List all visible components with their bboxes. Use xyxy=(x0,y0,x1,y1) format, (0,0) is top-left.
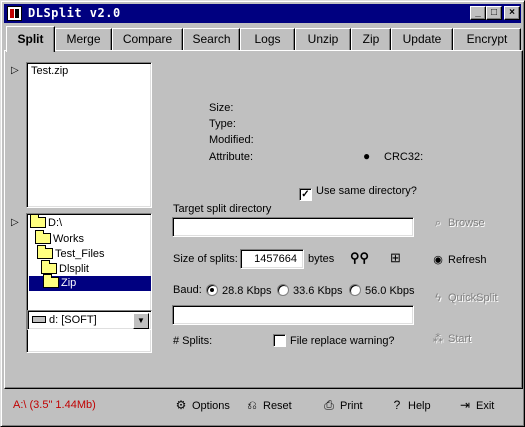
quicksplit-label: QuickSplit xyxy=(448,292,498,304)
drive-icon xyxy=(32,316,46,323)
tab-update[interactable]: Update xyxy=(391,28,453,50)
lightning-icon: ϟ xyxy=(435,292,441,304)
app-icon[interactable] xyxy=(7,6,22,21)
window-title: DLSplit v2.0 xyxy=(28,6,121,20)
tree-item-zip[interactable]: Zip xyxy=(29,274,151,291)
reset-label: Reset xyxy=(263,400,292,412)
type-label: Type: xyxy=(209,118,236,130)
refresh-label: Refresh xyxy=(448,254,487,266)
checkmark-icon: ✓ xyxy=(299,188,312,201)
options-button[interactable]: ⚙ Options xyxy=(173,398,230,412)
splits-label: # Splits: xyxy=(173,335,213,347)
tab-logs[interactable]: Logs xyxy=(240,28,295,50)
chevron-down-icon[interactable]: ▼ xyxy=(133,313,149,329)
tab-merge[interactable]: Merge xyxy=(55,28,112,50)
maximize-button[interactable]: □ xyxy=(486,6,502,20)
reset-icon: ⎌ xyxy=(247,398,257,412)
main-window: DLSplit v2.0 _ □ × Split Merge Compare S… xyxy=(0,0,525,427)
folder-open-icon xyxy=(43,274,59,288)
browse-icon: ⌕ xyxy=(434,217,442,229)
reset-button[interactable]: ⎌ Reset xyxy=(244,398,292,413)
folder-open-icon xyxy=(37,245,53,259)
size-label: Size: xyxy=(209,102,234,114)
help-button[interactable]: ? Help xyxy=(389,398,431,412)
title-bar[interactable]: DLSplit v2.0 _ □ × xyxy=(4,4,521,23)
same-directory-checkbox[interactable]: ✓ Use same directory? xyxy=(299,185,417,201)
options-label: Options xyxy=(192,400,230,412)
quicksplit-button[interactable]: ϟ QuickSplit xyxy=(430,292,498,304)
tab-unzip[interactable]: Unzip xyxy=(295,28,351,50)
baud-option-56[interactable]: 56.0 Kbps xyxy=(349,284,415,297)
baud-option-label: 28.8 Kbps xyxy=(222,285,272,297)
split-size-unit: bytes xyxy=(308,253,335,265)
folder-open-icon xyxy=(35,230,51,244)
options-icon: ⚙ xyxy=(175,398,187,412)
print-label: Print xyxy=(340,400,363,412)
same-directory-label: Use same directory? xyxy=(316,185,417,197)
tab-bar: Split Merge Compare Search Logs Unzip Zi… xyxy=(4,26,523,52)
radio-icon xyxy=(349,284,361,296)
tab-encrypt[interactable]: Encrypt xyxy=(453,28,521,50)
directory-tree[interactable]: D:\ Works Test_Files Dlsplit Zip xyxy=(26,213,152,353)
binoculars-icon[interactable]: ⚲⚲ xyxy=(350,250,369,266)
drive-value: d: [SOFT] xyxy=(32,314,97,326)
radio-icon xyxy=(277,284,289,296)
replace-warning-checkbox[interactable]: File replace warning? xyxy=(273,334,395,347)
baud-option-label: 33.6 Kbps xyxy=(293,285,343,297)
help-icon: ? xyxy=(393,398,401,412)
tab-zip[interactable]: Zip xyxy=(351,28,391,50)
start-label: Start xyxy=(448,333,472,345)
tree-label: Works xyxy=(53,233,84,245)
refresh-button[interactable]: ◉ Refresh xyxy=(430,253,487,266)
tab-compare[interactable]: Compare xyxy=(112,28,183,50)
help-label: Help xyxy=(408,400,431,412)
file-list[interactable]: Test.zip xyxy=(26,62,152,208)
baud-option-28[interactable]: 28.8 Kbps xyxy=(206,284,272,297)
list-item[interactable]: Test.zip xyxy=(31,65,68,77)
tree-label: Test_Files xyxy=(55,248,105,260)
split-size-label: Size of splits: xyxy=(173,253,238,265)
grid-icon[interactable]: ⊞ xyxy=(390,250,401,266)
tree-item-d[interactable]: D:\ xyxy=(30,214,63,231)
tab-split[interactable]: Split xyxy=(6,26,55,52)
file-list-arrow-icon: ▷ xyxy=(11,65,19,76)
modified-label: Modified: xyxy=(209,134,254,146)
exit-label: Exit xyxy=(476,400,495,412)
exit-button[interactable]: ⇥ Exit xyxy=(457,398,494,412)
baud-label: Baud: xyxy=(173,284,202,296)
printer-icon: ⎙ xyxy=(324,398,334,412)
target-dir-label: Target split directory xyxy=(173,203,272,215)
folder-icon xyxy=(41,260,57,274)
exit-icon: ⇥ xyxy=(459,398,471,412)
browse-label: Browse xyxy=(448,217,485,229)
attribute-label: Attribute: xyxy=(209,151,254,163)
baud-option-33[interactable]: 33.6 Kbps xyxy=(277,284,343,297)
drive-label: d: [SOFT] xyxy=(49,314,97,326)
radio-icon xyxy=(206,284,218,296)
replace-warning-label: File replace warning? xyxy=(290,335,395,347)
target-dir-input[interactable] xyxy=(172,217,414,237)
minimize-button[interactable]: _ xyxy=(470,6,486,20)
split-size-input[interactable]: 1457664 xyxy=(240,249,304,269)
crc-label: CRC32: xyxy=(384,151,424,163)
tab-search[interactable]: Search xyxy=(183,28,240,50)
crc-bullet-icon: ● xyxy=(363,149,371,163)
split-size-value: 1457664 xyxy=(254,253,297,265)
network-icon: ⁂ xyxy=(432,333,444,345)
tree-label: Zip xyxy=(61,277,77,289)
refresh-icon: ◉ xyxy=(433,254,443,266)
tree-label: D:\ xyxy=(48,217,63,229)
tree-label: Dlsplit xyxy=(59,263,89,275)
print-button[interactable]: ⎙ Print xyxy=(321,398,363,413)
baud-option-label: 56.0 Kbps xyxy=(365,285,415,297)
drive-select[interactable]: d: [SOFT] ▼ xyxy=(27,310,152,330)
browse-button[interactable]: ⌕ Browse xyxy=(430,217,485,230)
progress-bar xyxy=(172,305,414,325)
close-button[interactable]: × xyxy=(504,6,520,20)
folder-open-icon xyxy=(30,214,46,228)
tree-arrow-icon: ▷ xyxy=(11,217,19,228)
status-drive: A:\ (3.5" 1.44Mb) xyxy=(13,399,96,411)
start-button[interactable]: ⁂ Start xyxy=(430,332,472,345)
checkbox-icon xyxy=(273,334,286,347)
